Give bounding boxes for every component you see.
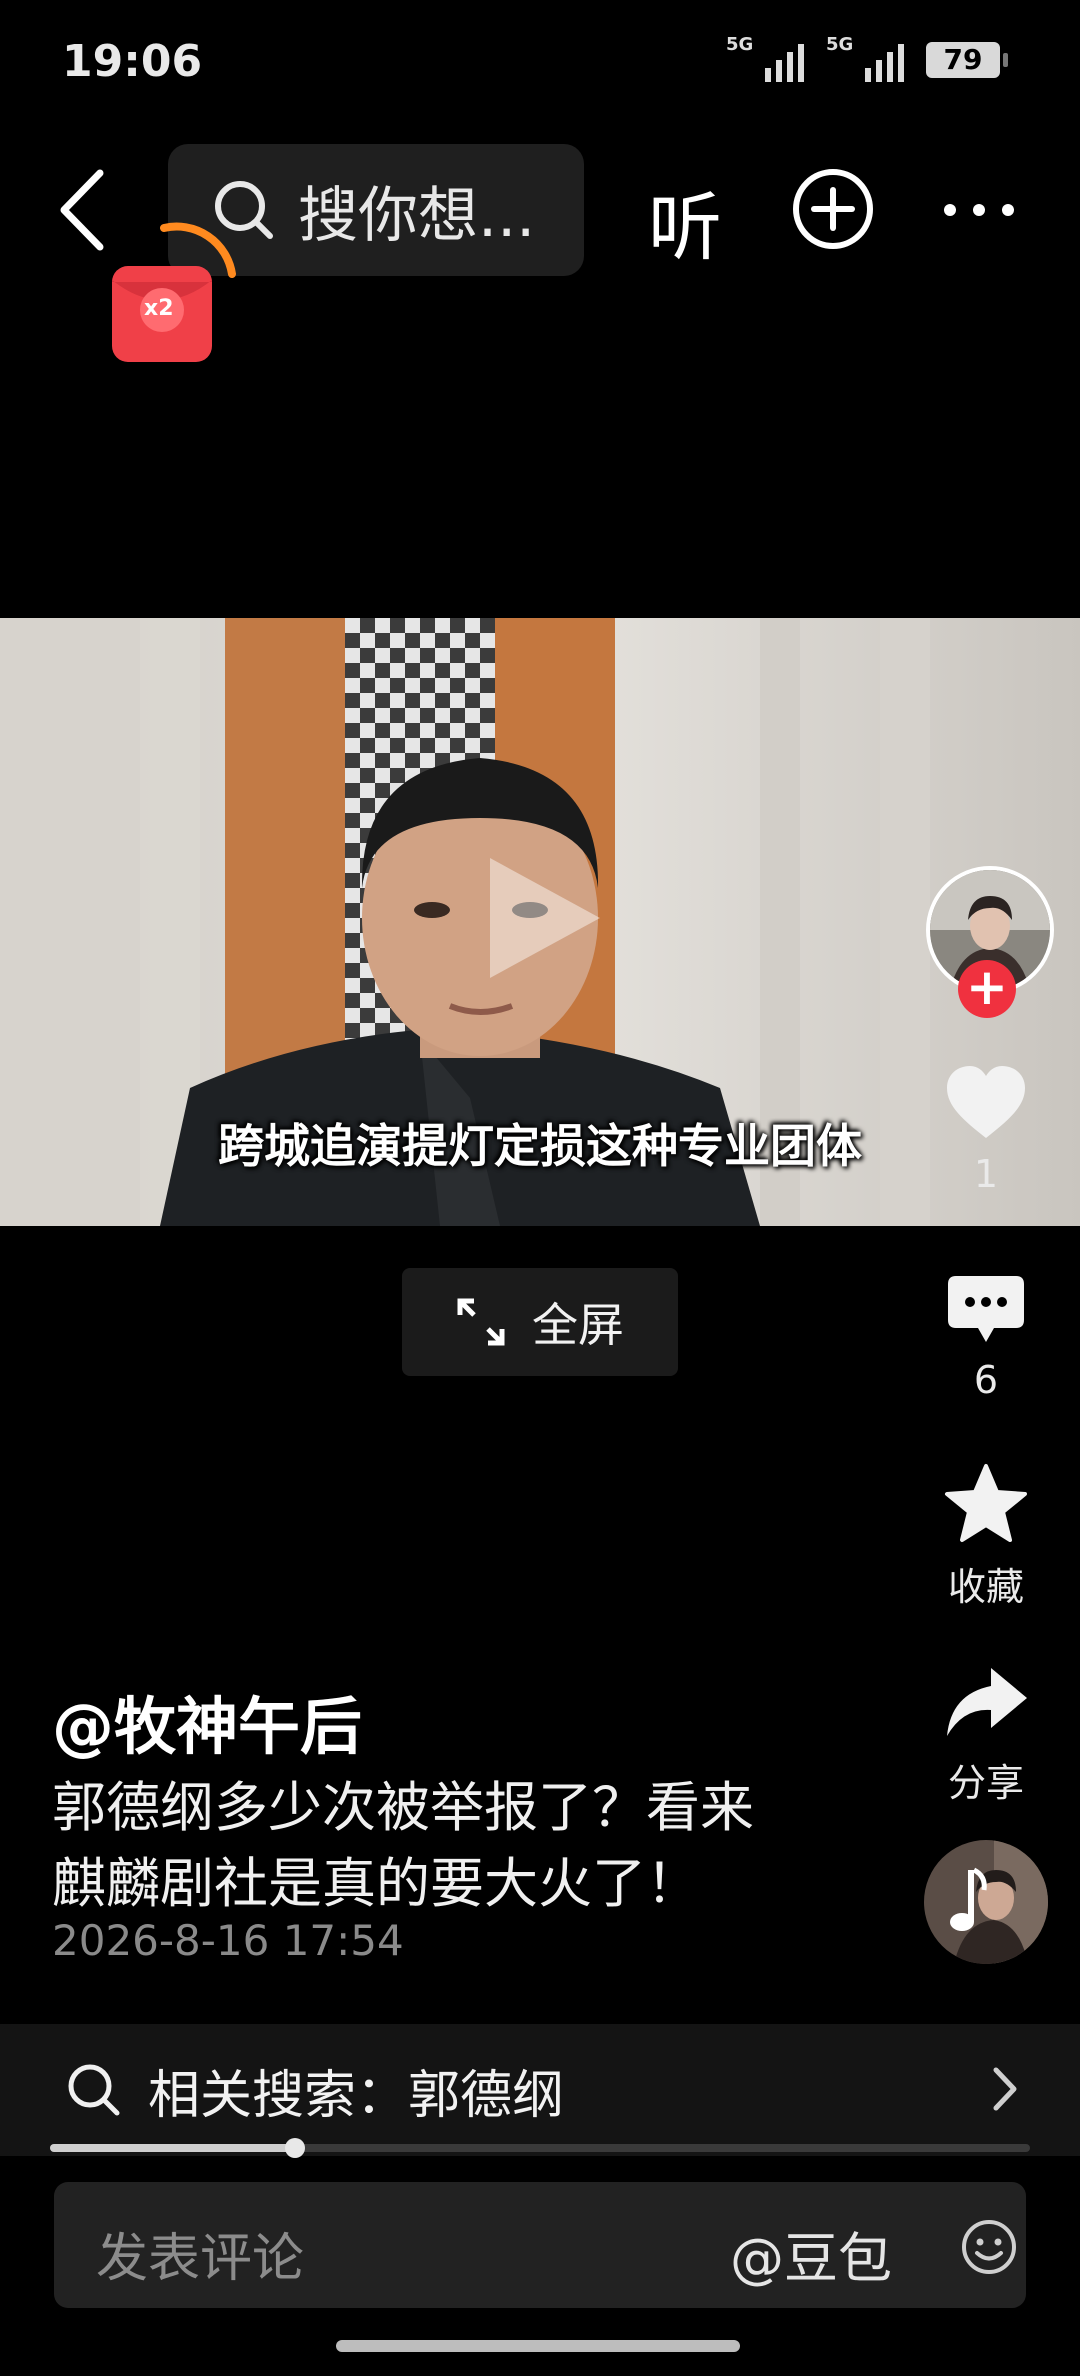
red-packet-icon	[112, 222, 236, 362]
more-button[interactable]	[940, 196, 1018, 224]
post-date: 2026-8-16 17:54	[52, 1916, 404, 1965]
add-button[interactable]	[792, 168, 874, 250]
chevron-right-icon	[993, 2067, 1017, 2111]
smiley-icon	[962, 2220, 1016, 2274]
search-placeholder: 搜你想...	[298, 180, 536, 251]
battery-icon: 79	[926, 42, 1008, 78]
comment-placeholder: 发表评论	[96, 2229, 305, 2289]
plus-circle-icon	[793, 169, 873, 249]
status-time: 19:06	[62, 36, 203, 87]
music-disc[interactable]	[924, 1840, 1048, 1964]
music-cover-image	[924, 1840, 1048, 1964]
more-dots-icon	[944, 204, 1014, 216]
listen-button[interactable]: 听	[648, 168, 722, 275]
signal-icon: 5G	[826, 34, 904, 82]
red-packet-multiplier: x2	[144, 296, 174, 321]
comment-button[interactable]: 6	[916, 1272, 1056, 1402]
author-name[interactable]: @牧神午后	[52, 1676, 362, 1766]
signal-icon: 5G	[726, 34, 804, 82]
share-label: 分享	[947, 1761, 1024, 1805]
status-icons: 5G 5G 79	[726, 34, 1008, 82]
favorite-button[interactable]: 收藏	[916, 1462, 1056, 1611]
fullscreen-label: 全屏	[532, 1298, 624, 1352]
video-progress-handle[interactable]	[285, 2138, 305, 2158]
comment-count: 6	[973, 1358, 999, 1402]
favorite-label: 收藏	[947, 1565, 1024, 1609]
fullscreen-button[interactable]: 全屏	[402, 1268, 678, 1376]
mention-button[interactable]: @豆包	[730, 2214, 892, 2293]
related-search-bar[interactable]: 相关搜索：郭德纲	[0, 2024, 1080, 2156]
like-button[interactable]: 1	[916, 1062, 1056, 1196]
star-icon	[945, 1464, 1027, 1542]
network-type-label: 5G	[826, 34, 854, 55]
chevron-left-icon	[60, 169, 104, 251]
description-line: 麒麟剧社是真的要大火了！	[52, 1852, 700, 1915]
back-button[interactable]	[54, 165, 114, 255]
home-indicator[interactable]	[336, 2340, 740, 2352]
related-search-label: 相关搜索：郭德纲	[148, 2065, 565, 2126]
post-description: 郭德纲多少次被举报了？看来 麒麟剧社是真的要大火了！	[52, 1770, 872, 1922]
emoji-button[interactable]	[960, 2218, 1018, 2276]
heart-icon	[947, 1066, 1025, 1138]
description-line: 郭德纲多少次被举报了？看来	[52, 1776, 754, 1839]
red-packet-reward[interactable]: x2	[108, 210, 238, 370]
like-count: 1	[973, 1152, 999, 1196]
expand-icon	[457, 1298, 505, 1346]
video-progress-fill	[50, 2144, 295, 2152]
search-icon	[68, 2064, 120, 2116]
share-arrow-icon	[947, 1668, 1027, 1736]
follow-button[interactable]: +	[958, 960, 1016, 1018]
network-type-label: 5G	[726, 34, 754, 55]
share-button[interactable]: 分享	[916, 1662, 1056, 1807]
comment-bubble-icon	[948, 1276, 1024, 1342]
